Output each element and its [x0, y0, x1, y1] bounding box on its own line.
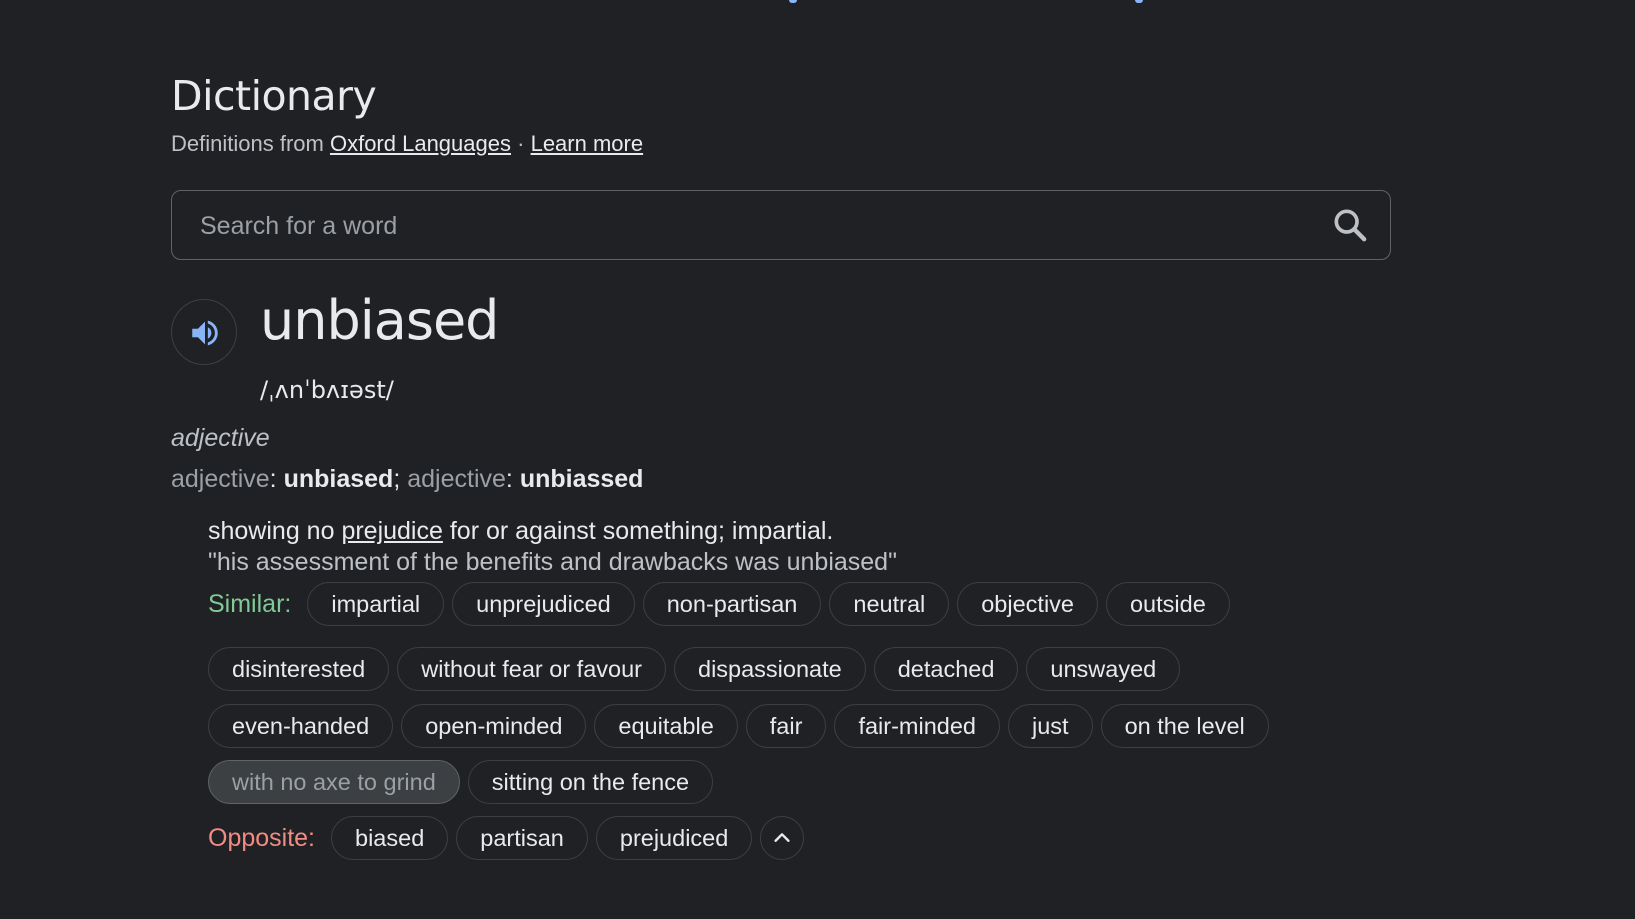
synonym-chip[interactable]: sitting on the fence — [467, 760, 714, 804]
collapse-button[interactable] — [760, 816, 805, 860]
antonym-chip[interactable]: prejudiced — [595, 816, 753, 860]
search-icon[interactable] — [1330, 205, 1370, 245]
similar-row-2: disinterested without fear or favour dis… — [208, 647, 1181, 691]
similar-row-3: even-handed open-minded equitable fair f… — [208, 704, 1269, 748]
headword: unbiased — [260, 289, 499, 352]
form-label-2: adjective — [407, 465, 506, 493]
synonym-chip-hovered[interactable]: with no axe to grind — [208, 760, 460, 804]
synonym-chip[interactable]: without fear or favour — [397, 647, 666, 691]
top-edge-remnant — [0, 0, 1635, 4]
synonym-chip[interactable]: even-handed — [208, 704, 394, 748]
phonetic-transcription: /ˌʌnˈbʌɪəst/ — [260, 376, 394, 404]
synonym-chip[interactable]: unswayed — [1026, 647, 1181, 691]
synonym-chip[interactable]: dispassionate — [674, 647, 866, 691]
synonym-chip[interactable]: detached — [873, 647, 1019, 691]
form-label-1: adjective — [171, 465, 270, 493]
synonym-chip[interactable]: non-partisan — [642, 582, 822, 626]
synonym-chip[interactable]: equitable — [594, 704, 738, 748]
dictionary-title: Dictionary — [171, 72, 377, 120]
word-search-box — [171, 190, 1391, 261]
prejudice-link[interactable]: prejudice — [341, 517, 442, 545]
definition-text-end: for or against something; impartial. — [449, 517, 834, 545]
antonym-chip[interactable]: partisan — [456, 816, 588, 860]
synonym-chip[interactable]: open-minded — [401, 704, 587, 748]
synonym-chip[interactable]: outside — [1105, 582, 1230, 626]
synonym-chip[interactable]: just — [1007, 704, 1093, 748]
chevron-up-icon — [774, 833, 790, 842]
synonym-chip[interactable]: fair-minded — [834, 704, 1000, 748]
form-2: unbiassed — [519, 465, 644, 493]
source-prefix: Definitions from — [171, 131, 324, 156]
synonym-chip[interactable]: neutral — [829, 582, 950, 626]
form-1: unbiased — [283, 465, 394, 493]
similar-label: Similar: — [208, 589, 292, 618]
opposite-row: Opposite: biased partisan prejudiced — [208, 816, 805, 860]
part-of-speech: adjective — [171, 424, 270, 452]
synonym-chip[interactable]: objective — [957, 582, 1098, 626]
antonym-chip[interactable]: biased — [331, 816, 449, 860]
synonym-chip[interactable]: disinterested — [208, 647, 390, 691]
learn-more-link[interactable]: Learn more — [531, 131, 644, 156]
definition: showing no prejudice for or against some… — [208, 517, 833, 546]
search-input[interactable] — [198, 191, 1302, 261]
opposite-label: Opposite: — [208, 823, 316, 852]
similar-row-4: with no axe to grind sitting on the fenc… — [208, 760, 714, 804]
synonym-chip[interactable]: fair — [745, 704, 827, 748]
pronunciation-audio-button[interactable] — [171, 299, 237, 365]
usage-example: "his assessment of the benefits and draw… — [208, 548, 897, 576]
oxford-languages-link[interactable]: Oxford Languages — [330, 131, 511, 156]
separator: · — [517, 131, 525, 156]
source-line: Definitions from Oxford Languages · Lear… — [171, 131, 643, 157]
speaker-icon — [192, 320, 218, 346]
word-forms: adjective: unbiased; adjective: unbiasse… — [171, 465, 644, 493]
similar-row-1: Similar: impartial unprejudiced non-part… — [208, 582, 1230, 626]
definition-text-start: showing no — [208, 517, 335, 545]
synonym-chip[interactable]: unprejudiced — [452, 582, 635, 626]
synonym-chip[interactable]: impartial — [307, 582, 445, 626]
synonym-chip[interactable]: on the level — [1100, 704, 1269, 748]
